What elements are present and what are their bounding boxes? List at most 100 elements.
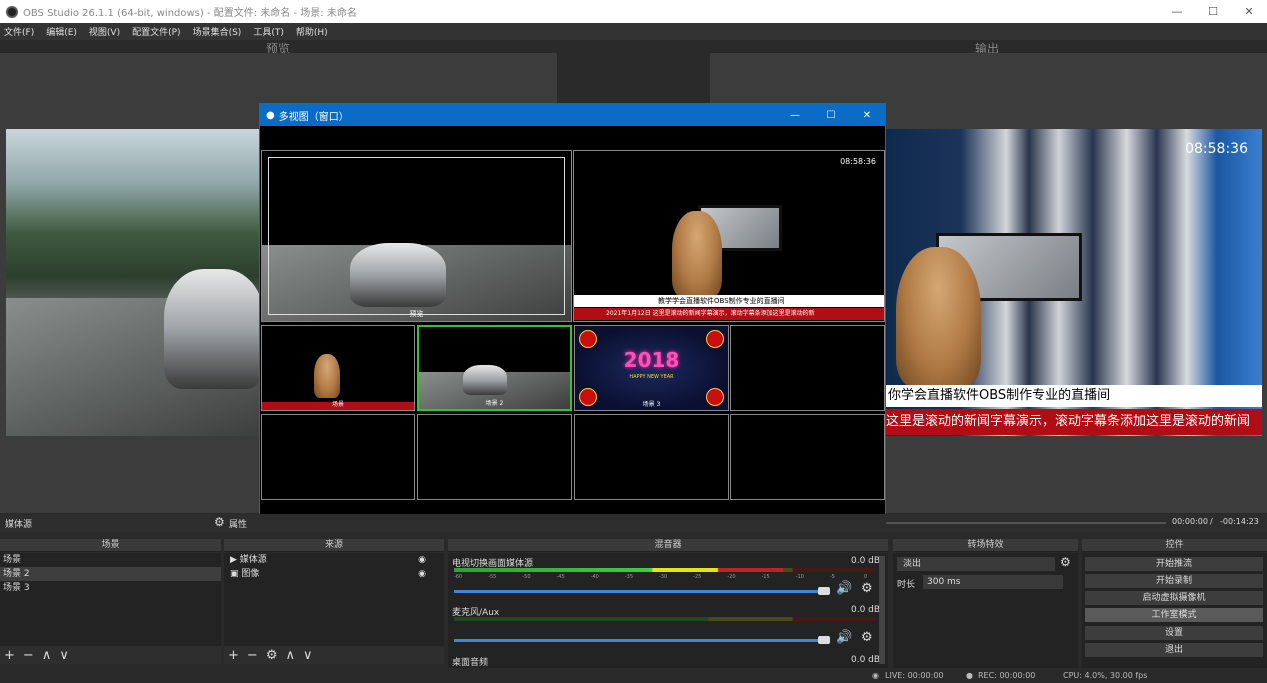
duration-spinbox[interactable]: 300 ms — [923, 575, 1063, 589]
fan-decoration-icon — [579, 330, 597, 348]
menu-view[interactable]: 视图(V) — [89, 25, 120, 38]
menu-bar: 文件(F) 编辑(E) 视图(V) 配置文件(P) 场景集合(S) 工具(T) … — [0, 23, 1267, 40]
rec-status: REC: 00:00:00 — [978, 671, 1036, 680]
car-graphic — [164, 269, 262, 389]
meter-scale-tick: -35 — [624, 574, 633, 580]
scenes-dock-title: 场景 — [101, 540, 120, 550]
move-down-icon[interactable]: ∨ — [59, 648, 69, 663]
menu-file[interactable]: 文件(F) — [4, 25, 34, 38]
volume-slider[interactable] — [454, 639, 828, 642]
start-streaming-button[interactable]: 开始推流 — [1085, 557, 1263, 571]
minimize-button[interactable]: — — [1159, 5, 1195, 18]
source-item[interactable]: ▶ 媒体源 ◉ — [224, 553, 444, 567]
mv-maximize-button[interactable]: ☐ — [813, 110, 849, 121]
transition-select[interactable]: 淡出 — [897, 557, 1055, 571]
add-scene-button[interactable]: + — [4, 648, 15, 663]
rec-icon: ● — [966, 671, 973, 680]
mv-close-button[interactable]: ✕ — [849, 110, 885, 121]
move-up-icon[interactable]: ∧ — [285, 648, 295, 663]
studio-mode-button[interactable]: 工作室模式 — [1085, 608, 1263, 622]
move-down-icon[interactable]: ∨ — [303, 648, 313, 663]
visibility-eye-icon[interactable]: ◉ — [418, 553, 426, 567]
volume-meter-track — [454, 617, 876, 621]
meter-scale-tick: -20 — [727, 574, 736, 580]
mixer-channel-name: 桌面音频 — [452, 658, 489, 668]
sources-dock-header: 来源 — [224, 539, 444, 552]
meter-scale-tick: -30 — [659, 574, 668, 580]
remove-source-button[interactable]: − — [247, 648, 258, 663]
meter-scale-tick: -15 — [761, 574, 770, 580]
mv-scene-label-2: 场景 2 — [485, 400, 504, 407]
mv-preview-cell[interactable]: 预览 — [261, 150, 572, 322]
selected-source-name: 媒体源 — [5, 520, 33, 530]
gear-icon[interactable]: ⚙ — [861, 581, 873, 596]
start-recording-button[interactable]: 开始录制 — [1085, 574, 1263, 588]
start-virtual-camera-button[interactable]: 启动虚拟摄像机 — [1085, 591, 1263, 605]
maximize-button[interactable]: ☐ — [1195, 5, 1231, 18]
status-bar: ◉ LIVE: 00:00:00 ● REC: 00:00:00 CPU: 4.… — [0, 668, 1267, 683]
gear-icon[interactable]: ⚙ — [861, 630, 873, 645]
add-source-button[interactable]: + — [228, 648, 239, 663]
media-time-total: -00:14:23 — [1220, 517, 1259, 526]
menu-scene-collection[interactable]: 场景集合(S) — [193, 25, 242, 38]
volume-slider-handle[interactable] — [818, 636, 830, 644]
scene-item[interactable]: 场景 2 — [0, 567, 221, 581]
lion-graphic — [896, 247, 981, 387]
remove-scene-button[interactable]: − — [23, 648, 34, 663]
mv-scene-cell-2[interactable]: 场景 2 — [417, 325, 572, 411]
menu-profile[interactable]: 配置文件(P) — [132, 25, 180, 38]
media-source-icon: ▶ — [230, 555, 237, 565]
gear-icon[interactable]: ⚙ — [266, 648, 278, 663]
audio-mixer: 电视切换画面媒体源 0.0 dB 🔊 ⚙ 麦克风/Aux 0.0 dB 🔊 ⚙ … — [448, 553, 888, 668]
meter-scale-tick: -5 — [829, 574, 835, 580]
fan-decoration-icon — [706, 330, 724, 348]
window-title: OBS Studio 26.1.1 (64-bit, windows) - 配置… — [23, 8, 357, 19]
menu-tools[interactable]: 工具(T) — [253, 25, 284, 38]
window-titlebar: OBS Studio 26.1.1 (64-bit, windows) - 配置… — [0, 0, 1267, 23]
mixer-dock-header: 混音器 — [448, 539, 888, 552]
mv-empty-cell — [417, 414, 572, 500]
sources-dock-title: 来源 — [324, 540, 343, 550]
exit-button[interactable]: 退出 — [1085, 643, 1263, 657]
cpu-status: CPU: 4.0%, 30.00 fps — [1063, 671, 1148, 680]
program-caption-red: 这里是滚动的新闻字幕演示，滚动字幕条添加这里是滚动的新闻 — [886, 409, 1262, 435]
volume-slider-handle[interactable] — [818, 587, 830, 595]
meter-scale-tick: -50 — [522, 574, 531, 580]
visibility-eye-icon[interactable]: ◉ — [418, 567, 426, 581]
source-item[interactable]: ▣ 图像 ◉ — [224, 567, 444, 581]
scenes-list[interactable]: 场景 场景 2 场景 3 — [0, 553, 221, 646]
duration-label: 时长 — [897, 580, 916, 590]
mv-empty-cell — [261, 414, 415, 500]
scene-item[interactable]: 场景 3 — [0, 581, 221, 595]
source-item-label: 图像 — [241, 569, 260, 579]
settings-button[interactable]: 设置 — [1085, 626, 1263, 640]
gear-icon[interactable]: ⚙ — [1060, 555, 1071, 569]
move-up-icon[interactable]: ∧ — [42, 648, 52, 663]
transitions-panel: 淡出 ⚙ 时长 300 ms — [893, 553, 1078, 668]
speaker-icon[interactable]: 🔊 — [836, 581, 852, 596]
meter-scale: -60 -55 -50 -45 -40 -35 -30 -25 -20 -15 -10 -5 0 — [454, 574, 876, 582]
close-button[interactable]: ✕ — [1231, 5, 1267, 18]
scenes-toolbar: + − ∧ ∨ — [0, 646, 221, 664]
multiview-window[interactable]: ● 多视图（窗口） — ☐ ✕ 预览 08:58:36 教学学会直播软件OBS制… — [259, 103, 886, 523]
new-year-subtext: HAPPY NEW YEAR — [629, 374, 674, 380]
mv-minimize-button[interactable]: — — [777, 110, 813, 121]
safe-area-frame — [268, 157, 565, 315]
mixer-scrollbar[interactable] — [879, 556, 885, 664]
obs-logo-icon — [6, 5, 18, 18]
gear-icon[interactable]: ⚙ — [214, 515, 225, 529]
properties-button[interactable]: 属性 — [229, 517, 247, 530]
mv-scene-cell-1[interactable]: 场景 — [261, 325, 415, 411]
speaker-icon[interactable]: 🔊 — [836, 630, 852, 645]
mv-caption-white: 教学学会直播软件OBS制作专业的直播间 — [574, 295, 884, 307]
menu-help[interactable]: 帮助(H) — [296, 25, 328, 38]
scene-item[interactable]: 场景 — [0, 553, 221, 567]
meter-scale-tick: -10 — [795, 574, 804, 580]
sources-list[interactable]: ▶ 媒体源 ◉ ▣ 图像 ◉ — [224, 553, 444, 646]
media-seek-bar[interactable] — [886, 522, 1166, 524]
volume-slider[interactable] — [454, 590, 828, 593]
preview-canvas[interactable] — [6, 129, 262, 436]
mv-scene-cell-3[interactable]: 2018 HAPPY NEW YEAR 场景 3 — [574, 325, 729, 411]
menu-edit[interactable]: 编辑(E) — [46, 25, 77, 38]
controls-dock-header: 控件 — [1082, 539, 1267, 552]
